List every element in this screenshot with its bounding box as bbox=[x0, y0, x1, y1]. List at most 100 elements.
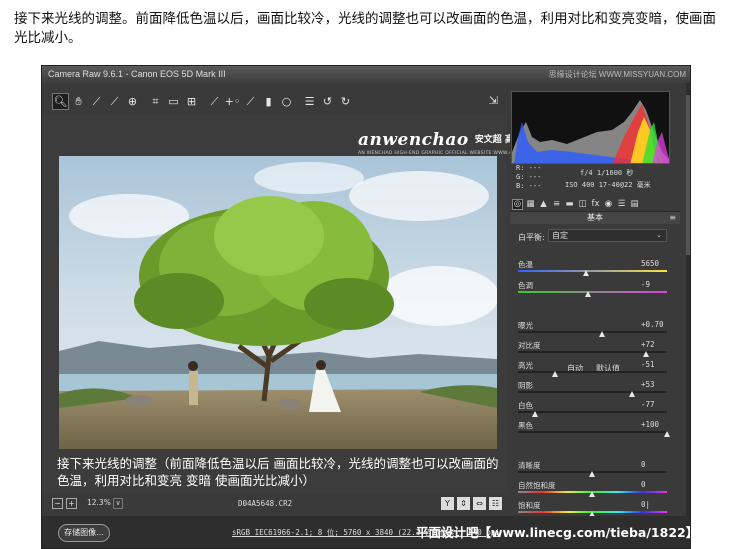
rotate-cw-icon[interactable]: ↻ bbox=[337, 93, 354, 110]
white-balance-label: 白平衡: bbox=[518, 233, 545, 242]
iso-lens: ISO 400 17-40@22 毫米 bbox=[565, 181, 651, 189]
preview-statusbar: − + 12.3% ∨ D04A5648.CR2 Y ⇕ ⇔ ☷ bbox=[52, 495, 502, 513]
transform-icon[interactable]: ⊞ bbox=[183, 93, 200, 110]
slider-track-whites[interactable] bbox=[518, 411, 667, 413]
targeted-adjustment-icon[interactable]: ⊕ bbox=[124, 93, 141, 110]
slider-value-blacks[interactable]: +100 bbox=[641, 420, 659, 429]
panel-tab-4-icon[interactable]: ▬ bbox=[564, 199, 575, 210]
slider-value-saturation[interactable]: 0| bbox=[641, 500, 650, 509]
view-swap-button[interactable]: ⇔ bbox=[473, 497, 486, 510]
zoom-dropdown[interactable]: ∨ bbox=[113, 498, 123, 509]
panel-tab-9-icon[interactable]: ▤ bbox=[629, 199, 640, 210]
window-title: Camera Raw 9.6.1 - Canon EOS 5D Mark III bbox=[48, 69, 226, 79]
slider-track-shadows[interactable] bbox=[518, 391, 667, 393]
slider-value-vibrance[interactable]: 0 bbox=[641, 480, 646, 489]
slider-thumb-shadows[interactable] bbox=[629, 391, 636, 397]
slider-value-temp[interactable]: 5650 bbox=[641, 259, 659, 268]
aperture-shutter: f/4 1/1600 秒 bbox=[580, 169, 634, 177]
slider-track-highlights[interactable] bbox=[518, 371, 667, 373]
panel-tab-8-icon[interactable]: ☰ bbox=[616, 199, 627, 210]
camera-raw-window: Camera Raw 9.6.1 - Canon EOS 5D Mark III… bbox=[41, 65, 691, 549]
slider-value-clarity[interactable]: 0 bbox=[641, 460, 646, 469]
slider-track-blacks[interactable] bbox=[518, 431, 667, 433]
slider-value-shadows[interactable]: +53 bbox=[641, 380, 655, 389]
readout-r: R: --- bbox=[516, 164, 542, 172]
panel-tab-5-icon[interactable]: ◫ bbox=[577, 199, 588, 210]
slider-track-exposure[interactable] bbox=[518, 331, 667, 333]
article-caption: 接下来光线的调整。前面降低色温以后，画面比较冷，光线的调整也可以改画面的色温，利… bbox=[14, 11, 716, 46]
slider-label-highlights: 高光 bbox=[518, 361, 533, 370]
white-balance-value: 自定 bbox=[552, 231, 568, 240]
panel-menu-icon[interactable]: ≡ bbox=[669, 212, 676, 224]
panel-tab-7-icon[interactable]: ◉ bbox=[603, 199, 614, 210]
preferences-icon[interactable]: ☰ bbox=[301, 93, 318, 110]
red-eye-icon[interactable]: +◦ bbox=[224, 93, 241, 110]
zoom-icon[interactable]: 🔍︎ bbox=[52, 92, 69, 110]
slider-thumb-vibrance[interactable] bbox=[589, 491, 595, 497]
slider-thumb-highlights[interactable] bbox=[551, 371, 558, 377]
window-titlebar: Camera Raw 9.6.1 - Canon EOS 5D Mark III… bbox=[42, 66, 690, 83]
color-sampler-icon[interactable]: ⟋ bbox=[106, 93, 123, 110]
panel-tab-0-icon[interactable]: ◎ bbox=[512, 198, 523, 210]
zoom-in-button[interactable]: + bbox=[66, 498, 77, 509]
rotate-ccw-icon[interactable]: ↺ bbox=[319, 93, 336, 110]
zoom-out-button[interactable]: − bbox=[52, 498, 63, 509]
spot-removal-icon[interactable]: ⟋ bbox=[206, 93, 223, 110]
panel-tab-6-icon[interactable]: fx bbox=[590, 199, 601, 210]
panel-tab-1-icon[interactable]: ▦ bbox=[525, 199, 536, 210]
slider-thumb-clarity[interactable] bbox=[589, 471, 595, 477]
slider-label-clarity: 清晰度 bbox=[518, 461, 541, 470]
white-balance-select[interactable]: 自定 ⌄ bbox=[548, 229, 667, 242]
slider-value-whites[interactable]: -77 bbox=[641, 400, 655, 409]
site-watermark: 平面设计吧【www.linecg.com/tieba/1822】 bbox=[416, 525, 691, 540]
panel-tab-2-icon[interactable]: ▲ bbox=[538, 199, 549, 210]
file-name: D04A5648.CR2 bbox=[238, 499, 293, 508]
slider-label-shadows: 阴影 bbox=[518, 381, 533, 390]
histogram bbox=[511, 91, 670, 164]
tutorial-overlay-text: 接下来光线的调整（前面降低色温以后 画面比较冷，光线的调整也可以改画面的色温，利… bbox=[57, 456, 499, 488]
slider-value-highlights[interactable]: -51 bbox=[641, 360, 655, 369]
chevron-down-icon: ⌄ bbox=[656, 231, 662, 239]
slider-value-exposure[interactable]: +0.70 bbox=[641, 320, 664, 329]
slider-value-tint[interactable]: -9 bbox=[641, 280, 650, 289]
slider-label-vibrance: 自然饱和度 bbox=[518, 481, 556, 490]
radial-filter-icon[interactable]: ○ bbox=[278, 93, 295, 110]
slider-value-contrast[interactable]: +72 bbox=[641, 340, 655, 349]
slider-thumb-exposure[interactable] bbox=[599, 331, 606, 337]
save-image-button[interactable]: 存储图像... bbox=[58, 524, 110, 542]
adjustment-brush-icon[interactable]: ⟋ bbox=[242, 93, 259, 110]
fullscreen-toggle-icon[interactable]: ⇲ bbox=[485, 92, 502, 109]
panel-tabs: ◎ ▦ ▲ ≡ ▬ ◫ fx ◉ ☰ ▤ bbox=[510, 197, 670, 211]
wedding-photo-illustration bbox=[59, 156, 497, 449]
hand-icon[interactable]: ✋︎ bbox=[70, 93, 87, 110]
readout-g: G: --- bbox=[516, 173, 542, 181]
slider-label-saturation: 饱和度 bbox=[518, 501, 541, 510]
slider-track-temp[interactable] bbox=[518, 270, 667, 272]
view-settings-button[interactable]: ☷ bbox=[489, 497, 502, 510]
view-y-button[interactable]: Y bbox=[441, 497, 454, 510]
panel-tab-3-icon[interactable]: ≡ bbox=[551, 199, 562, 210]
readout-b: B: --- bbox=[516, 182, 542, 190]
view-before-after-button[interactable]: ⇕ bbox=[457, 497, 470, 510]
preview-image[interactable] bbox=[59, 156, 497, 449]
slider-track-tint[interactable] bbox=[518, 291, 667, 293]
slider-thumb-tint[interactable] bbox=[584, 291, 591, 297]
white-balance-icon[interactable]: ⟋ bbox=[88, 93, 105, 110]
slider-thumb-blacks[interactable] bbox=[663, 431, 670, 437]
panel-scrollbar[interactable] bbox=[686, 83, 690, 516]
scrollbar-thumb[interactable] bbox=[686, 95, 690, 255]
basic-section-header: 基本 ≡ bbox=[510, 211, 680, 224]
straighten-icon[interactable]: ▭ bbox=[165, 93, 182, 110]
tool-bar: 🔍︎ ✋︎ ⟋ ⟋ ⊕ ⌗ ▭ ⊞ ⟋ +◦ ⟋ ▮ ○ ☰ ↺ ↻ bbox=[52, 90, 502, 112]
slider-label-contrast: 对比度 bbox=[518, 341, 541, 350]
slider-label-tint: 色调 bbox=[518, 281, 533, 290]
slider-thumb-whites[interactable] bbox=[532, 411, 539, 417]
graduated-filter-icon[interactable]: ▮ bbox=[260, 93, 277, 110]
slider-thumb-temp[interactable] bbox=[583, 270, 590, 276]
slider-label-blacks: 黑色 bbox=[518, 421, 533, 430]
slider-label-temp: 色温 bbox=[518, 260, 533, 269]
crop-icon[interactable]: ⌗ bbox=[147, 93, 164, 110]
color-readout: R: --- G: --- B: --- f/4 1/1600 秒 ISO 40… bbox=[513, 163, 673, 195]
slider-thumb-contrast[interactable] bbox=[642, 351, 649, 357]
adjustments-panel: R: --- G: --- B: --- f/4 1/1600 秒 ISO 40… bbox=[510, 83, 688, 517]
